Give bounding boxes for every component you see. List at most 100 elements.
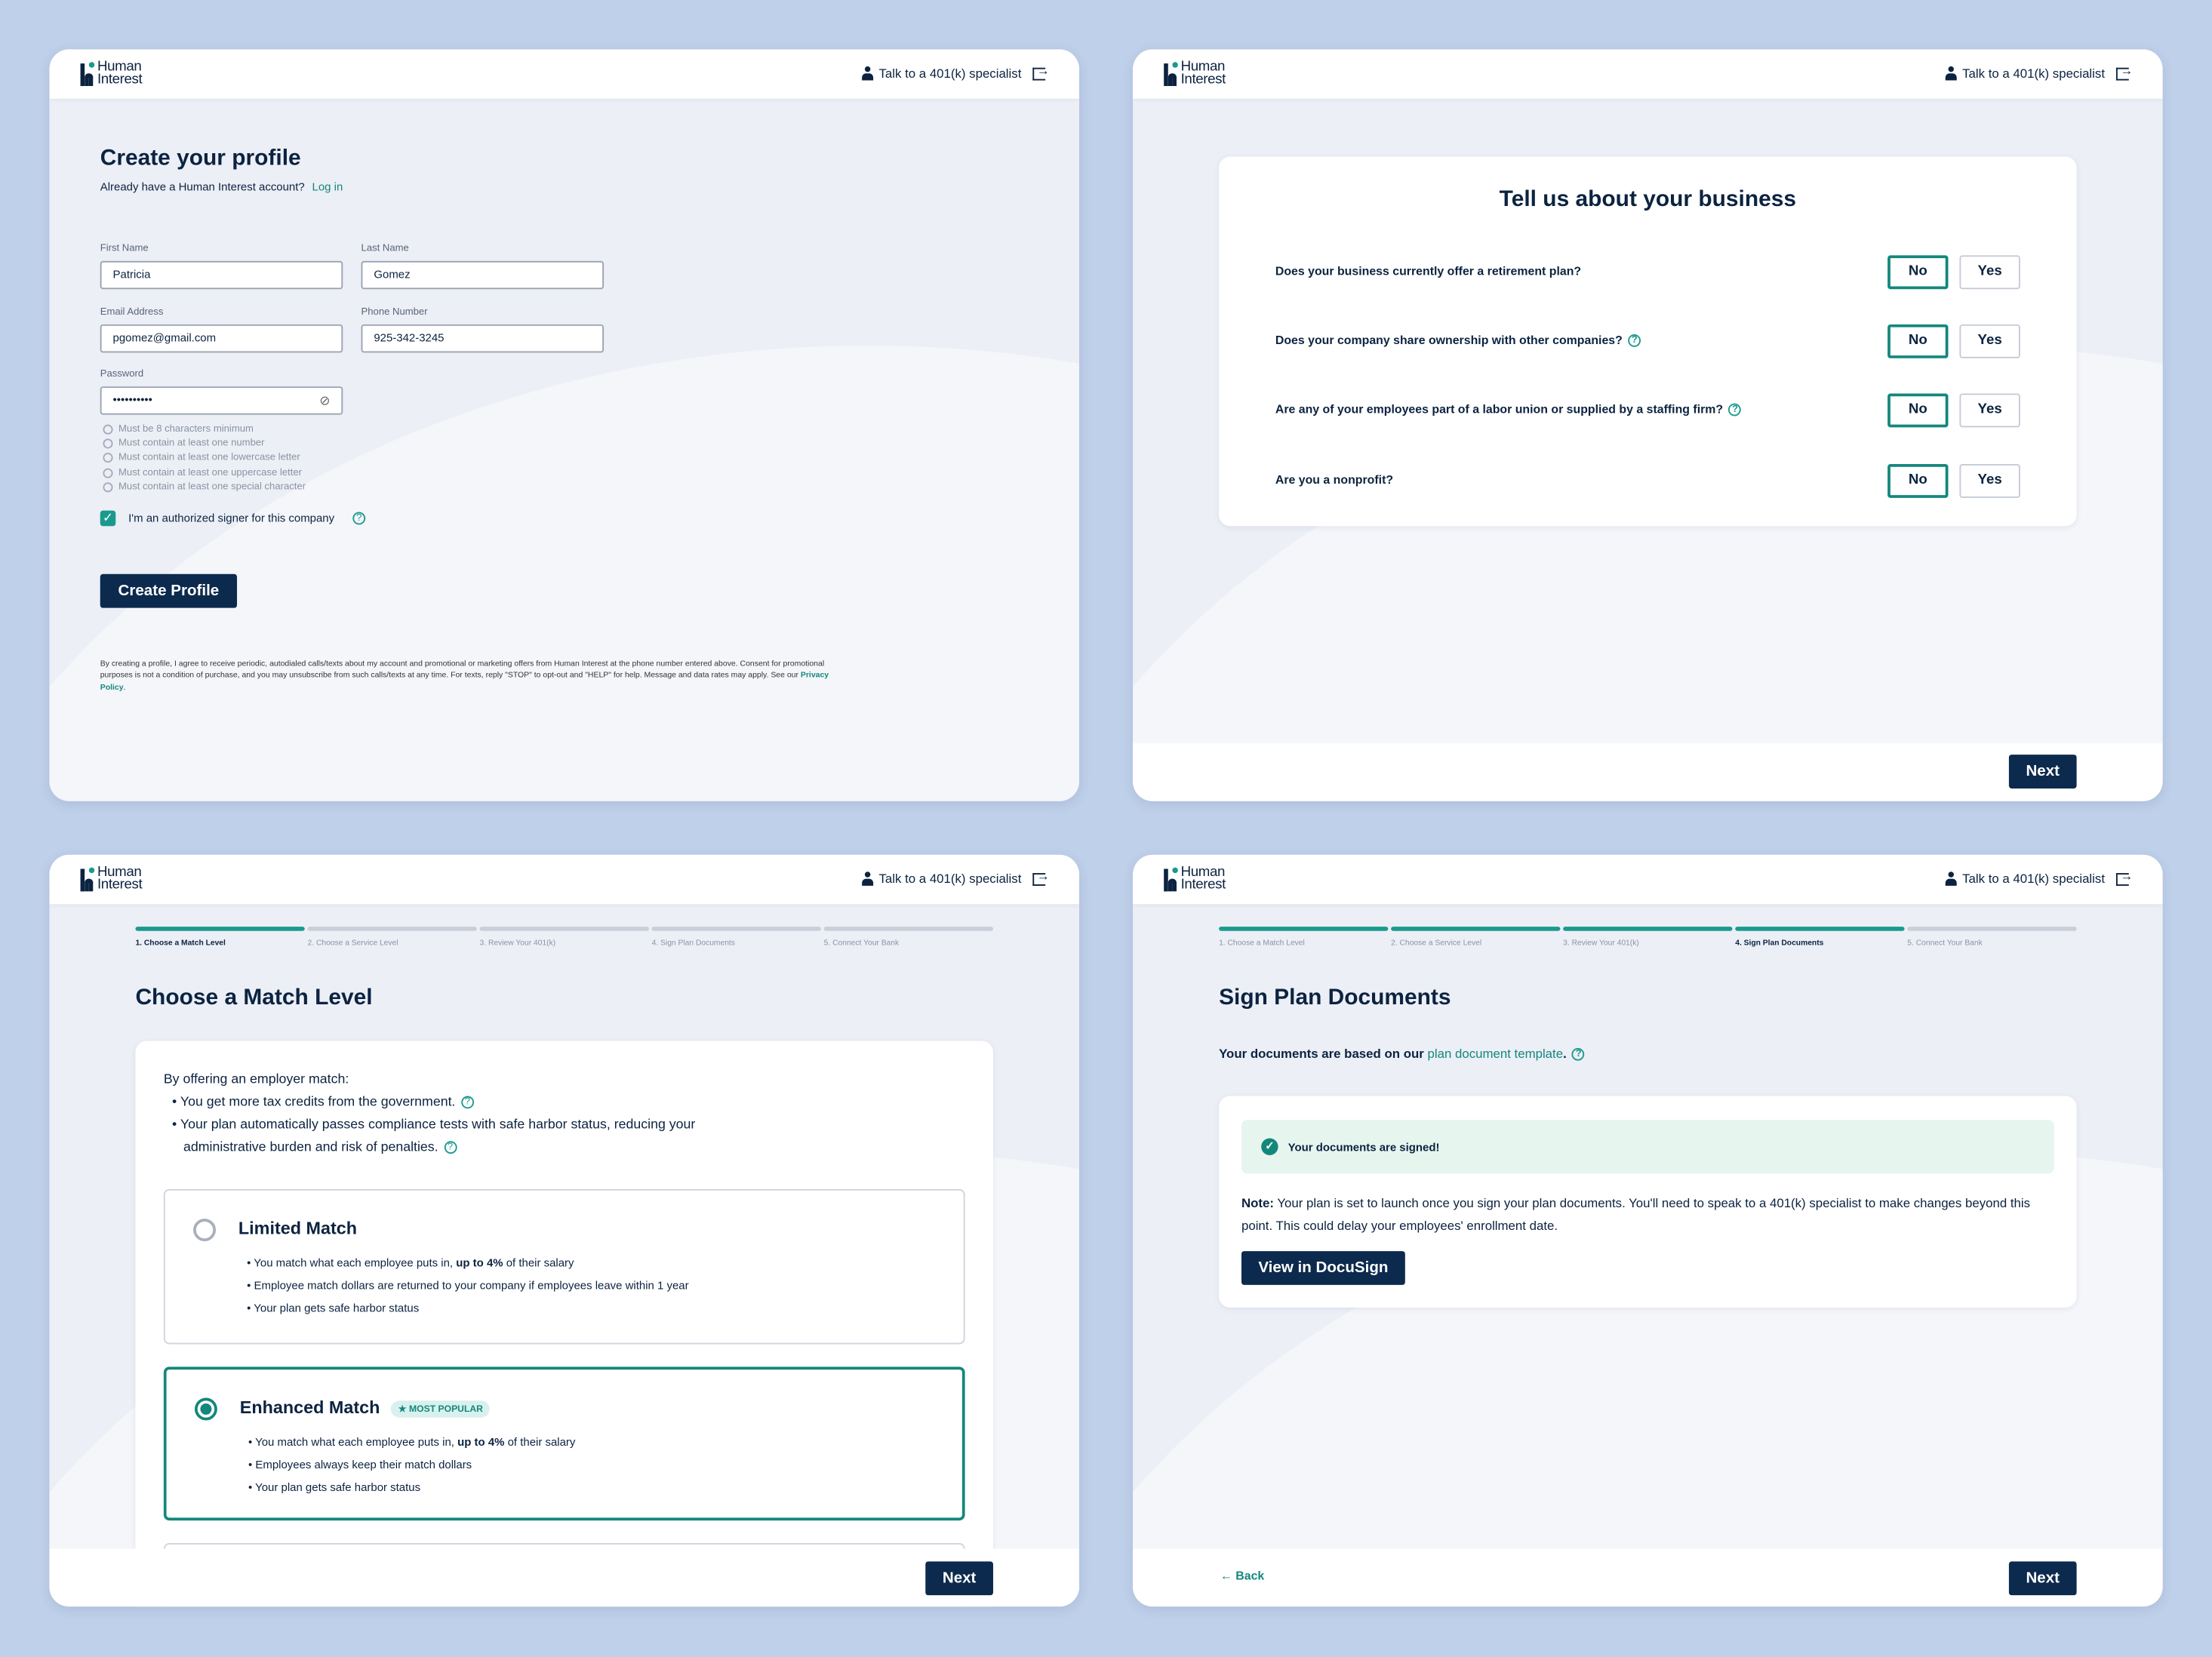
rule-circle-icon <box>103 467 113 478</box>
person-icon <box>862 872 874 886</box>
email-input[interactable]: pgomez@gmail.com <box>100 324 343 353</box>
view-in-docusign-button[interactable]: View in DocuSign <box>1241 1251 1405 1285</box>
enhanced-match-option[interactable]: Enhanced Match★ MOST POPULAR You match w… <box>163 1366 965 1521</box>
option-bullet: Your plan gets safe harbor status <box>248 1477 575 1499</box>
phone-label: Phone Number <box>361 307 428 318</box>
email-label: Email Address <box>100 307 164 318</box>
radio-selected[interactable] <box>194 1397 217 1421</box>
login-link[interactable]: Log in <box>312 180 343 193</box>
human-interest-logo[interactable]: Human Interest <box>80 60 160 87</box>
step-1[interactable]: 1. Choose a Match Level <box>135 927 305 948</box>
password-rule: Must contain at least one special charac… <box>103 480 306 494</box>
human-interest-logo[interactable]: Human Interest <box>80 865 160 892</box>
top-bar: Human Interest Talk to a 401(k) speciali… <box>1133 854 2163 905</box>
option-title: Limited Match <box>238 1219 358 1239</box>
help-icon[interactable]: ? <box>1572 1048 1586 1061</box>
help-icon[interactable]: ? <box>352 512 366 525</box>
authorized-signer-row: ✓ I'm an authorized signer for this comp… <box>100 510 366 527</box>
create-profile-button[interactable]: Create Profile <box>100 573 238 608</box>
no-button[interactable]: No <box>1887 463 1949 498</box>
logout-icon[interactable] <box>2115 63 2133 80</box>
logo-mark-icon <box>1164 61 1178 86</box>
sign-card: ✓ Your documents are signed! Note: Your … <box>1219 1096 2077 1308</box>
card-title: Tell us about your business <box>1499 187 1796 212</box>
option-bullet: Your plan gets safe harbor status <box>247 1298 688 1320</box>
logout-icon[interactable] <box>1032 868 1050 885</box>
yes-button[interactable]: Yes <box>1959 463 2020 498</box>
page-title: Sign Plan Documents <box>1219 985 1451 1010</box>
option-bullet: You match what each employee puts in, up… <box>248 1431 575 1454</box>
match-benefits: By offering an employer match: • You get… <box>164 1069 756 1160</box>
step-5[interactable]: 5. Connect Your Bank <box>1907 927 2077 948</box>
question-text: Are you a nonprofit? <box>1275 472 1394 487</box>
radio-unselected[interactable] <box>193 1219 217 1241</box>
help-icon[interactable]: ? <box>460 1096 474 1109</box>
talk-to-specialist-link[interactable]: Talk to a 401(k) specialist <box>862 63 1050 81</box>
plan-template-link[interactable]: plan document template <box>1427 1047 1563 1061</box>
arrow-left-icon: ← <box>1220 1568 1232 1583</box>
last-name-label: Last Name <box>361 244 409 254</box>
step-4[interactable]: 4. Sign Plan Documents <box>651 927 821 948</box>
help-icon[interactable]: ? <box>1628 334 1641 348</box>
login-prompt: Already have a Human Interest account? L… <box>100 180 343 194</box>
limited-match-option[interactable]: Limited Match You match what each employ… <box>163 1188 965 1345</box>
back-link[interactable]: ← Back <box>1220 1569 1264 1583</box>
no-button[interactable]: No <box>1887 393 1949 428</box>
authorized-signer-checkbox[interactable]: ✓ <box>100 510 116 527</box>
talk-to-specialist-link[interactable]: Talk to a 401(k) specialist <box>1945 63 2133 81</box>
password-rule: Must be 8 characters minimum <box>103 422 306 436</box>
logo-mark-icon <box>80 61 95 86</box>
yes-button[interactable]: Yes <box>1959 324 2020 358</box>
logout-icon[interactable] <box>1032 63 1050 80</box>
rule-circle-icon <box>103 423 113 435</box>
option-bullet: Employee match dollars are returned to y… <box>247 1275 689 1298</box>
password-rule: Must contain at least one lowercase lett… <box>103 450 306 465</box>
match-card: By offering an employer match: • You get… <box>135 1041 993 1607</box>
footer-bar: Next <box>49 1548 1080 1607</box>
help-icon[interactable]: ? <box>444 1141 457 1154</box>
next-button[interactable]: Next <box>2008 755 2077 789</box>
step-5[interactable]: 5. Connect Your Bank <box>823 927 993 948</box>
step-2[interactable]: 2. Choose a Service Level <box>307 927 477 948</box>
sign-documents-screen: Human Interest Talk to a 401(k) speciali… <box>1133 854 2163 1607</box>
step-3[interactable]: 3. Review Your 401(k) <box>479 927 649 948</box>
option-bullets: You match what each employee puts in, up… <box>247 1253 688 1320</box>
yes-button[interactable]: Yes <box>1959 393 2020 428</box>
password-label: Password <box>100 369 144 380</box>
password-input[interactable]: •••••••••• ⊘ <box>100 386 343 415</box>
talk-to-specialist-link[interactable]: Talk to a 401(k) specialist <box>1945 868 2133 886</box>
help-icon[interactable]: ? <box>1728 404 1742 417</box>
signed-alert: ✓ Your documents are signed! <box>1241 1120 2054 1174</box>
footer-bar: Next <box>1133 743 2163 801</box>
eye-slash-icon[interactable]: ⊘ <box>319 388 330 413</box>
step-4[interactable]: 4. Sign Plan Documents <box>1735 927 1905 948</box>
last-name-input[interactable]: Gomez <box>361 260 605 290</box>
next-button[interactable]: Next <box>2008 1561 2077 1596</box>
step-3[interactable]: 3. Review Your 401(k) <box>1563 927 1733 948</box>
logout-icon[interactable] <box>2115 868 2133 885</box>
yes-button[interactable]: Yes <box>1959 255 2020 290</box>
question-text: Does your business currently offer a ret… <box>1275 263 1582 278</box>
logo-mark-icon <box>1164 866 1178 891</box>
phone-input[interactable]: 925-342-3245 <box>361 324 605 353</box>
business-questions-screen: Human Interest Talk to a 401(k) speciali… <box>1133 49 2163 801</box>
rule-circle-icon <box>103 481 113 493</box>
person-icon <box>1945 66 1957 81</box>
rule-circle-icon <box>103 438 113 449</box>
launch-note: Note: Your plan is set to launch once yo… <box>1241 1196 2031 1233</box>
next-button[interactable]: Next <box>925 1561 993 1596</box>
question-text: Are any of your employees part of a labo… <box>1275 402 1742 417</box>
human-interest-logo[interactable]: Human Interest <box>1164 60 1243 87</box>
top-bar: Human Interest Talk to a 401(k) speciali… <box>49 854 1080 905</box>
first-name-label: First Name <box>100 244 149 254</box>
step-2[interactable]: 2. Choose a Service Level <box>1391 927 1561 948</box>
top-bar: Human Interest Talk to a 401(k) speciali… <box>49 49 1080 99</box>
no-button[interactable]: No <box>1887 324 1949 358</box>
talk-to-specialist-link[interactable]: Talk to a 401(k) specialist <box>862 868 1050 886</box>
first-name-input[interactable]: Patricia <box>100 260 343 290</box>
human-interest-logo[interactable]: Human Interest <box>1164 865 1243 892</box>
person-icon <box>862 66 874 81</box>
no-button[interactable]: No <box>1887 255 1949 290</box>
benefit-item: • You get more tax credits from the gove… <box>164 1092 756 1114</box>
step-1[interactable]: 1. Choose a Match Level <box>1219 927 1389 948</box>
